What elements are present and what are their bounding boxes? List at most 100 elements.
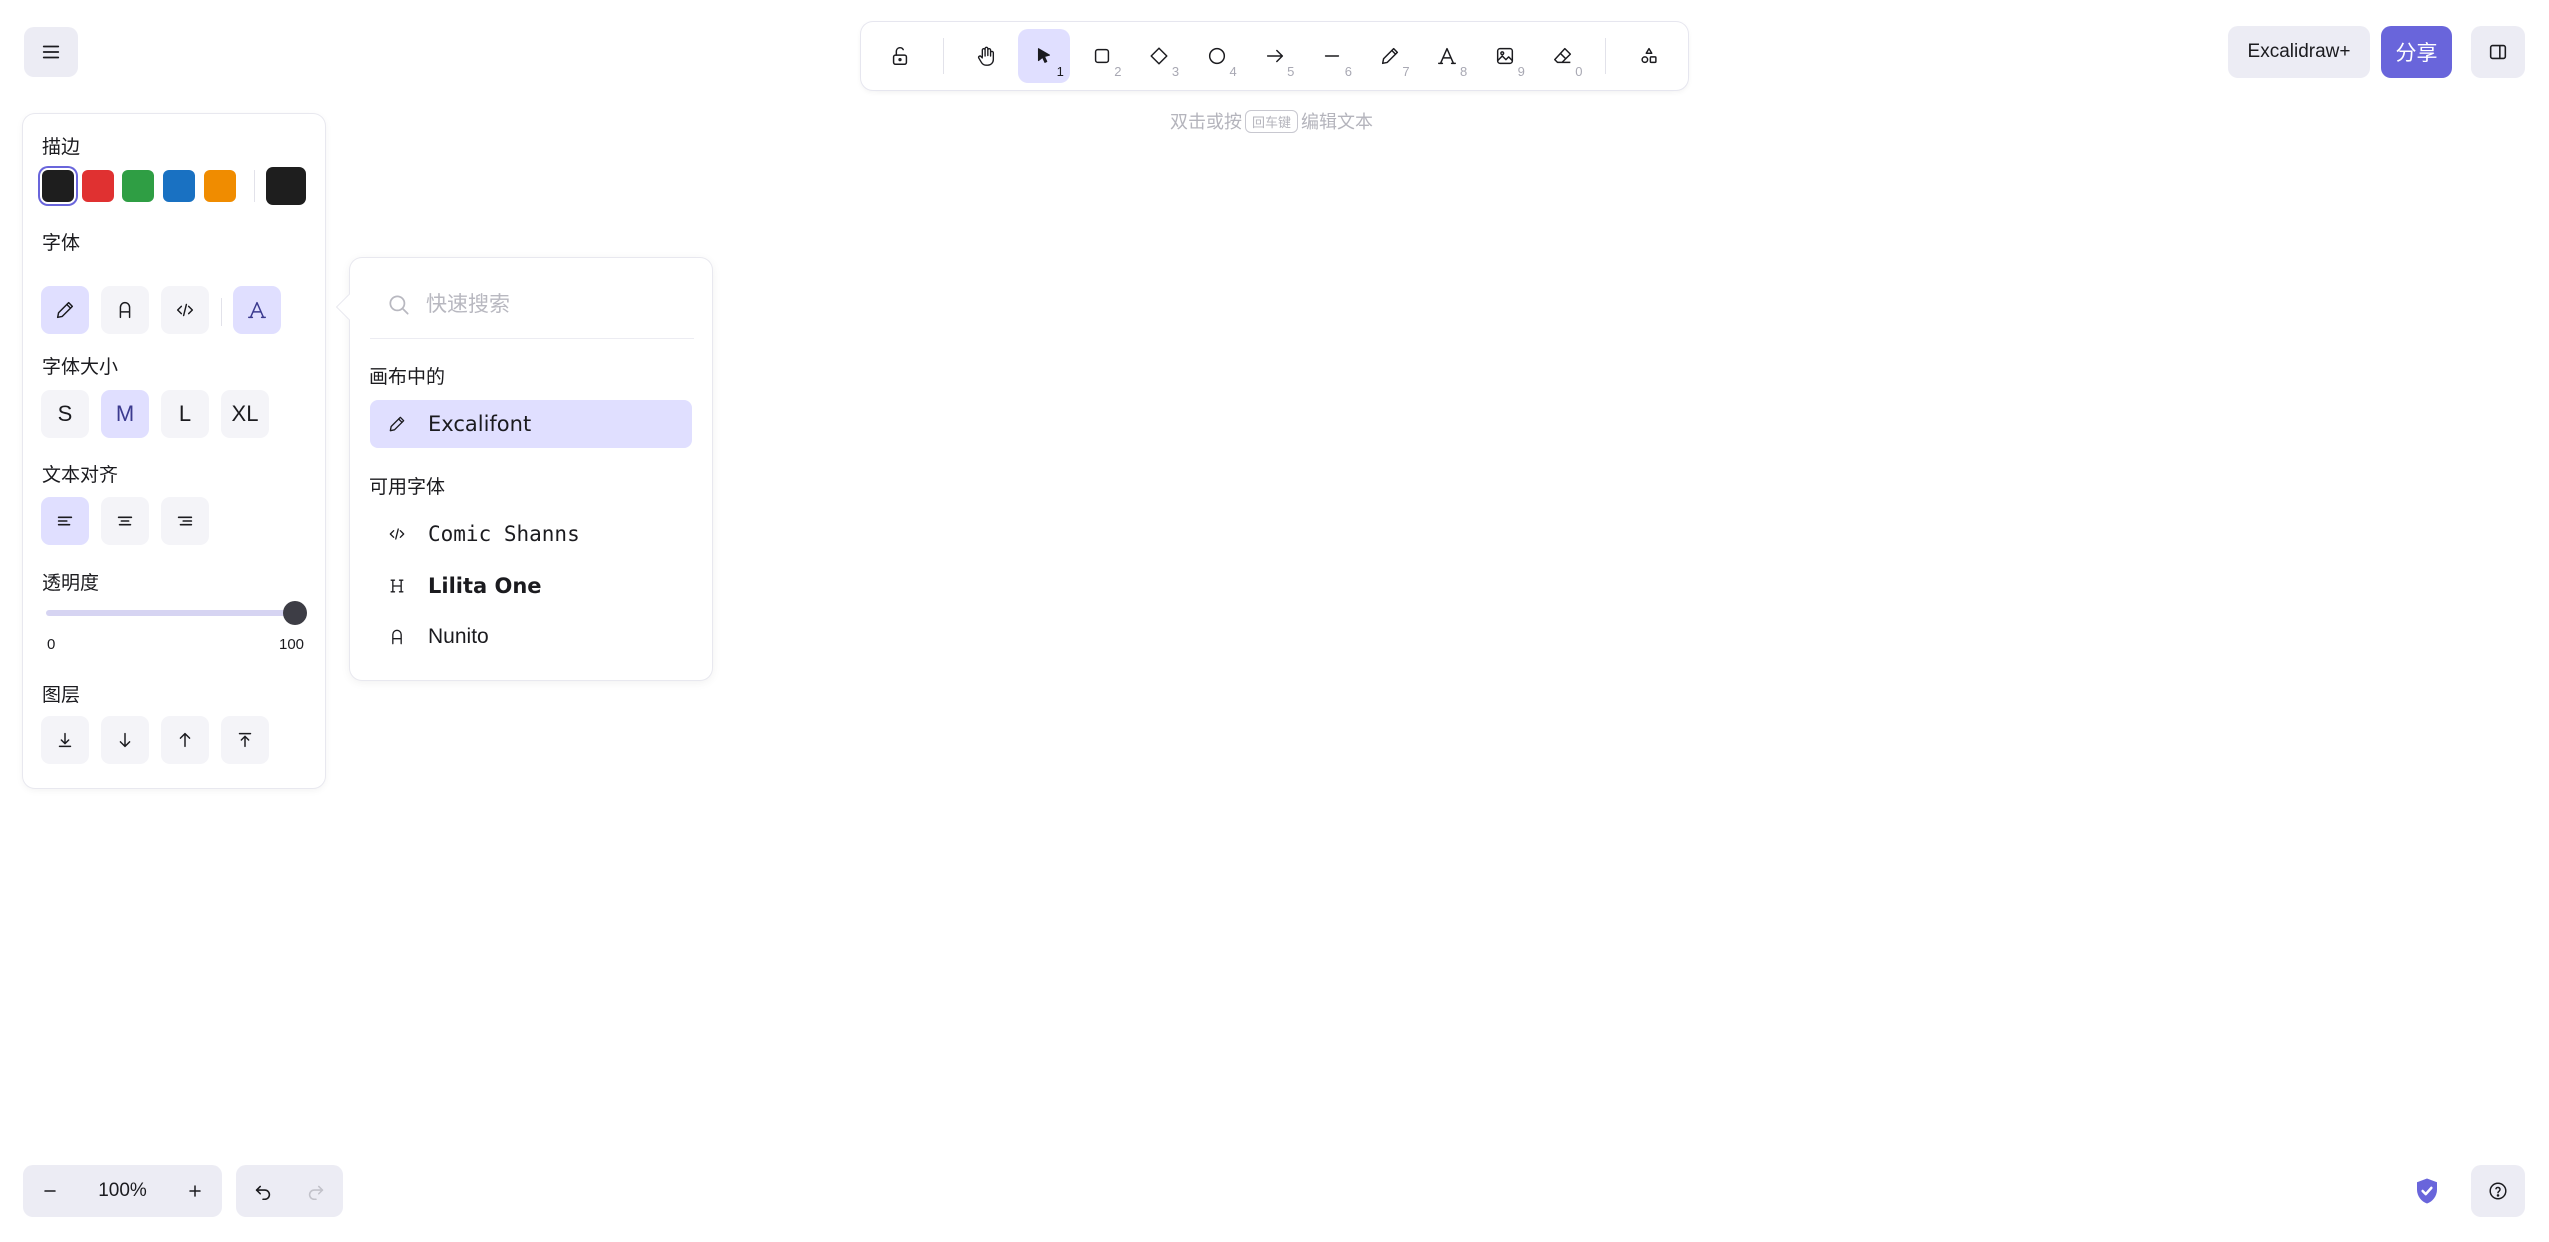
bring-forward-button[interactable] [161, 716, 209, 764]
shapes-icon [1641, 47, 1657, 64]
send-to-back-button[interactable] [41, 716, 89, 764]
ellipse-icon [1208, 47, 1225, 65]
zoom-reset-button[interactable]: 100% [77, 1180, 168, 1202]
text-tool-button[interactable]: 8 [1422, 29, 1474, 83]
popover-arrow [337, 294, 363, 320]
redo-icon [308, 1185, 323, 1201]
align-right-button[interactable] [161, 497, 209, 545]
tool-shortcut: 5 [1287, 64, 1295, 79]
tool-shortcut: 8 [1459, 64, 1468, 79]
line-tool-button[interactable]: 6 [1306, 29, 1358, 83]
font-item-excalifont[interactable]: Excalifont [370, 400, 692, 448]
text-align-label: 文本对齐 [42, 465, 119, 486]
send-backward-button[interactable] [101, 716, 149, 764]
letter-a-icon [384, 627, 410, 647]
zoom-controls: 100% [23, 1165, 222, 1217]
font-family-normal-button[interactable] [101, 286, 149, 334]
tool-shortcut: 0 [1575, 64, 1583, 79]
pointer-icon [1037, 48, 1051, 63]
opacity-min-label: 0 [47, 636, 56, 653]
tool-shortcut: 9 [1517, 64, 1525, 79]
font-item-lilita-one[interactable]: Lilita One [370, 562, 692, 610]
pencil-icon [56, 301, 74, 319]
font-item-nunito[interactable]: Nunito [370, 613, 692, 661]
undo-button[interactable] [236, 1165, 289, 1217]
arrow-tool-button[interactable]: 5 [1249, 29, 1301, 83]
font-family-code-button[interactable] [161, 286, 209, 334]
eraser-icon [1553, 47, 1571, 64]
available-group-label: 可用字体 [369, 477, 446, 498]
swatch-divider [254, 170, 255, 202]
rectangle-icon [1094, 48, 1109, 64]
lock-tool-button[interactable] [874, 29, 926, 83]
font-search-row [386, 288, 692, 322]
help-button[interactable] [2471, 1165, 2525, 1217]
image-icon [1496, 47, 1514, 65]
stroke-swatch-red[interactable] [82, 170, 114, 202]
font-item-label: Comic Shanns [428, 522, 580, 546]
font-family-more-button[interactable] [233, 286, 281, 334]
line-icon [1324, 55, 1340, 57]
zoom-in-button[interactable] [168, 1165, 222, 1217]
stroke-swatch-blue[interactable] [163, 170, 195, 202]
font-item-comic-shanns[interactable]: Comic Shanns [370, 510, 692, 558]
pencil-icon [1381, 47, 1398, 65]
opacity-slider-track[interactable] [46, 610, 302, 616]
ellipse-tool-button[interactable]: 4 [1191, 29, 1243, 83]
redo-button[interactable] [289, 1165, 342, 1217]
hamburger-icon [42, 45, 60, 59]
font-item-label: Excalifont [428, 412, 532, 436]
zoom-out-button[interactable] [23, 1165, 77, 1217]
bring-to-front-button[interactable] [221, 716, 269, 764]
align-center-button[interactable] [101, 497, 149, 545]
image-tool-button[interactable]: 9 [1479, 29, 1531, 83]
share-button[interactable]: 分享 [2381, 26, 2452, 78]
font-search-input[interactable] [426, 293, 686, 317]
opacity-slider-thumb[interactable] [283, 601, 307, 625]
main-menu-button[interactable] [24, 27, 78, 77]
opacity-max-label: 100 [279, 636, 305, 653]
opacity-label: 透明度 [42, 573, 100, 594]
hint-key: 回车键 [1245, 109, 1299, 133]
selection-tool-button[interactable]: 1 [1018, 29, 1070, 83]
stroke-swatch-black[interactable] [42, 170, 74, 202]
search-divider [370, 338, 694, 339]
stroke-swatch-orange[interactable] [204, 170, 236, 202]
eraser-tool-button[interactable]: 0 [1537, 29, 1589, 83]
rectangle-tool-button[interactable]: 2 [1076, 29, 1128, 83]
extra-tools-button[interactable] [1623, 29, 1675, 83]
font-family-divider [221, 298, 222, 326]
font-size-m-button[interactable]: M [101, 390, 149, 438]
history-controls [236, 1165, 343, 1217]
diamond-tool-button[interactable]: 3 [1133, 29, 1185, 83]
text-icon [1438, 47, 1457, 65]
font-size-s-button[interactable]: S [41, 390, 89, 438]
stroke-label: 描边 [42, 137, 81, 158]
font-size-label: 字体大小 [42, 357, 119, 378]
toolbar-divider [942, 38, 944, 74]
send-to-back-icon [58, 732, 72, 748]
excalidraw-plus-button[interactable]: Excalidraw+ [2228, 26, 2370, 78]
hand-tool-button[interactable] [961, 29, 1013, 83]
tool-shortcut: 1 [1056, 64, 1064, 79]
letter-a-icon [119, 302, 131, 319]
align-right-icon [177, 516, 193, 526]
align-left-button[interactable] [41, 497, 89, 545]
font-size-xl-button[interactable]: XL [221, 390, 269, 438]
tool-shortcut: 4 [1229, 64, 1237, 79]
sidebar-icon [2489, 44, 2507, 60]
font-size-l-button[interactable]: L [161, 390, 209, 438]
encryption-badge[interactable] [2411, 1175, 2443, 1207]
stroke-swatch-green[interactable] [122, 170, 154, 202]
lock-open-icon [892, 46, 907, 65]
arrow-icon [1266, 49, 1283, 63]
pencil-icon [384, 414, 410, 434]
tool-shortcut: 7 [1402, 64, 1410, 79]
draw-tool-button[interactable]: 7 [1364, 29, 1416, 83]
library-button[interactable] [2471, 26, 2525, 78]
current-stroke-color-button[interactable] [266, 167, 306, 205]
plus-icon [189, 1185, 201, 1197]
font-picker-popover: 画布中的 Excalifont 可用字体 Comic Shanns Lilita… [337, 258, 712, 680]
font-family-hand-button[interactable] [41, 286, 89, 334]
align-left-icon [57, 516, 73, 526]
